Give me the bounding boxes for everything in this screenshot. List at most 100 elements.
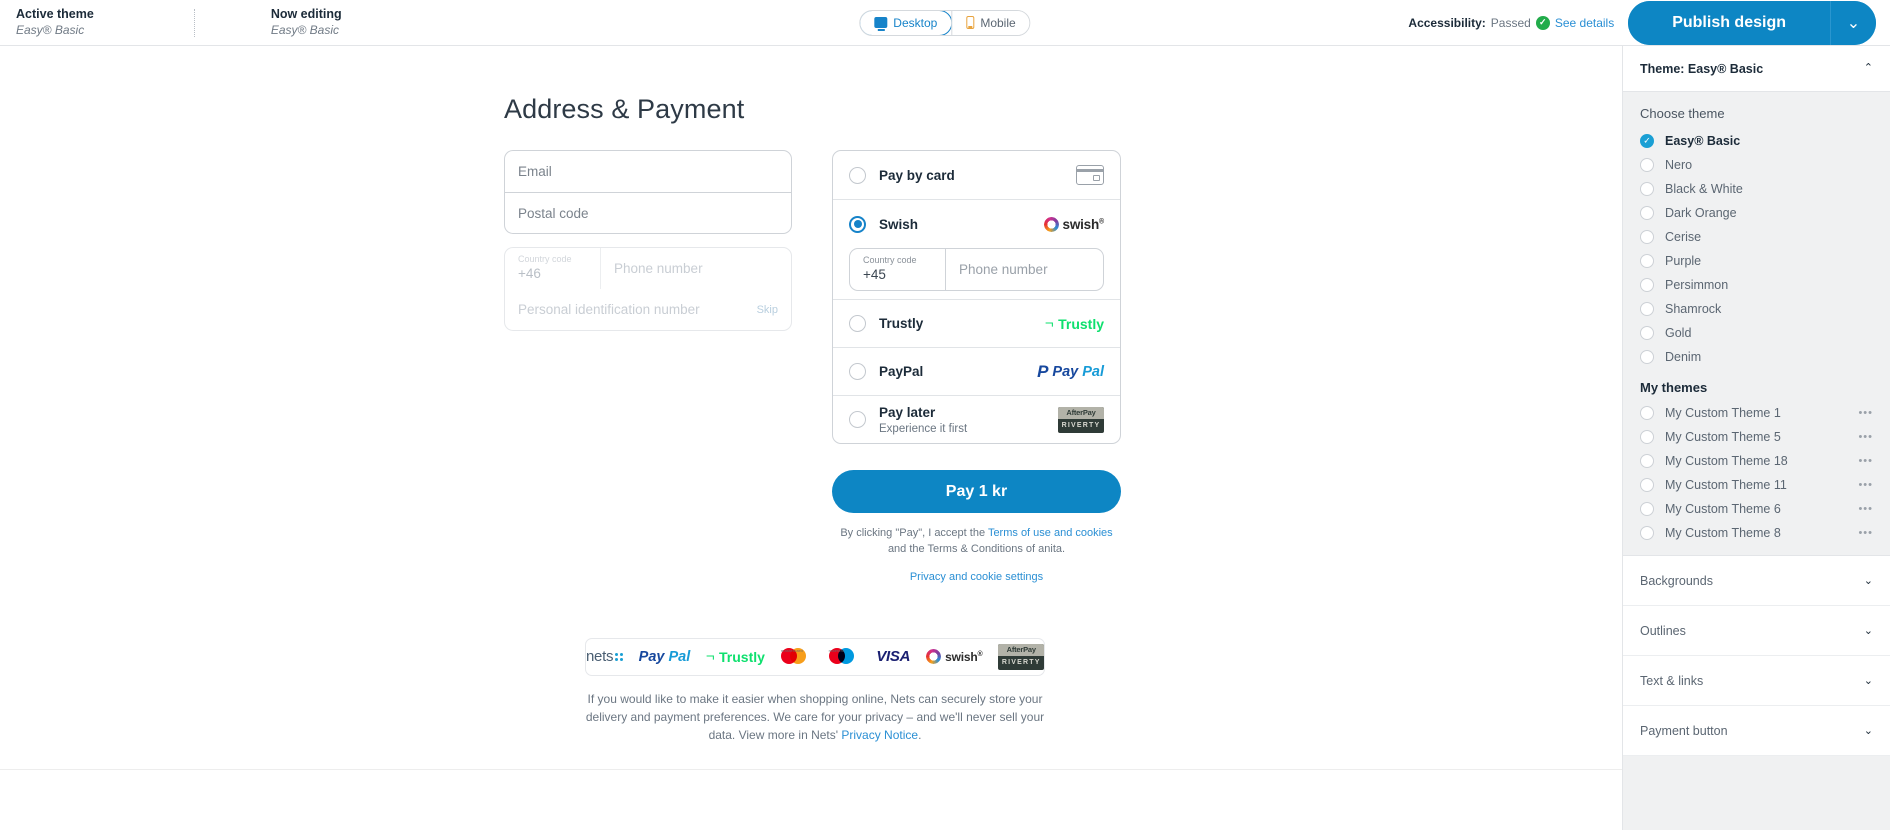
accessibility-label: Accessibility: [1408, 15, 1486, 30]
theme-option-cerise[interactable]: Cerise [1640, 225, 1873, 249]
postal-code-field[interactable]: Postal code [505, 192, 791, 233]
radio-icon[interactable] [1640, 254, 1654, 268]
accordion-backgrounds[interactable]: Backgrounds ⌄ [1623, 556, 1890, 606]
my-theme-option-6[interactable]: My Custom Theme 6 ••• [1640, 497, 1873, 521]
radio-checked-icon[interactable] [1640, 134, 1654, 148]
radio-icon[interactable] [1640, 326, 1654, 340]
radio-icon[interactable] [1640, 454, 1654, 468]
radio-icon[interactable] [1640, 526, 1654, 540]
trustly-logo-icon: ⌐ Trustly [706, 648, 765, 666]
pay-later-text: Pay later Experience it first [879, 404, 967, 435]
theme-label: My Custom Theme 11 [1665, 478, 1787, 492]
checkout-widget: Address & Payment Email Postal code Coun… [504, 94, 1126, 744]
footer-note-period: . [918, 727, 922, 742]
radio-icon[interactable] [1640, 206, 1654, 220]
terms-suffix: and the Terms & Conditions of anita. [887, 542, 1066, 555]
theme-label: Dark Orange [1665, 206, 1737, 220]
email-field[interactable]: Email [505, 151, 791, 192]
more-options-icon[interactable]: ••• [1858, 455, 1873, 467]
chevron-down-icon[interactable]: ⌄ [1864, 724, 1873, 737]
more-options-icon[interactable]: ••• [1858, 479, 1873, 491]
my-theme-option-8[interactable]: My Custom Theme 8 ••• [1640, 521, 1873, 545]
theme-option-gold[interactable]: Gold [1640, 321, 1873, 345]
footer-note-text: If you would like to make it easier when… [585, 691, 1045, 742]
theme-option-persimmon[interactable]: Persimmon [1640, 273, 1873, 297]
pay-button[interactable]: Pay 1 kr [832, 470, 1121, 513]
radio-icon[interactable] [1640, 302, 1654, 316]
chevron-down-icon[interactable]: ⌄ [1864, 674, 1873, 687]
radio-icon[interactable] [1640, 278, 1654, 292]
terms-of-use-link[interactable]: Terms of use and cookies [988, 527, 1113, 539]
theme-option-shamrock[interactable]: Shamrock [1640, 297, 1873, 321]
phone-fieldgroup: Country code +46 Phone number Personal i… [504, 247, 792, 331]
chevron-down-icon[interactable]: ⌄ [1864, 574, 1873, 587]
now-editing-value: Easy® Basic [270, 22, 340, 37]
skip-link[interactable]: Skip [757, 304, 778, 316]
radio-icon[interactable] [849, 315, 866, 332]
swish-phone-fieldgroup: Country code +45 Phone number [849, 248, 1104, 291]
my-themes-label: My themes [1640, 380, 1708, 395]
accordion-payment-button[interactable]: Payment button ⌄ [1623, 706, 1890, 756]
privacy-notice-link[interactable]: Privacy Notice [841, 728, 918, 742]
radio-icon[interactable] [1640, 158, 1654, 172]
payment-option-label: Pay by card [879, 167, 955, 183]
theme-label: Persimmon [1665, 278, 1729, 292]
radio-icon[interactable] [1640, 182, 1654, 196]
accordion-text-links[interactable]: Text & links ⌄ [1623, 656, 1890, 706]
theme-label: Black & White [1665, 182, 1743, 196]
see-details-link[interactable]: See details [1555, 16, 1614, 30]
payment-option-swish[interactable]: Swish swish® [833, 200, 1120, 248]
theme-option-dark-orange[interactable]: Dark Orange [1640, 201, 1873, 225]
privacy-cookie-settings-link[interactable]: Privacy and cookie settings [832, 571, 1121, 583]
radio-icon[interactable] [1640, 502, 1654, 516]
radio-icon[interactable] [849, 166, 866, 184]
checkout-preview-canvas: Address & Payment Email Postal code Coun… [0, 46, 1622, 830]
theme-option-easy-basic[interactable]: Easy® Basic [1640, 129, 1873, 153]
phone-number-field[interactable]: Phone number [601, 248, 791, 289]
my-theme-option-5[interactable]: My Custom Theme 5 ••• [1640, 425, 1873, 449]
chevron-down-icon[interactable]: ⌄ [1864, 624, 1873, 637]
more-options-icon[interactable]: ••• [1858, 503, 1873, 515]
radio-icon[interactable] [1640, 406, 1654, 420]
radio-icon[interactable] [849, 411, 866, 428]
choose-theme-label: Choose theme [1640, 106, 1725, 121]
publish-design-group[interactable]: Publish design ⌄ [1628, 0, 1876, 45]
radio-icon[interactable] [1640, 230, 1654, 244]
accordion-outlines[interactable]: Outlines ⌄ [1623, 606, 1890, 656]
my-theme-option-11[interactable]: My Custom Theme 11 ••• [1640, 473, 1873, 497]
payment-option-pay-later[interactable]: Pay later Experience it first AfterPay RI… [833, 395, 1120, 443]
publish-design-button[interactable]: Publish design [1628, 0, 1830, 45]
theme-option-black-white[interactable]: Black & White [1640, 177, 1873, 201]
mastercard-logo-icon: mastercard [780, 647, 813, 667]
viewport-toggle[interactable]: Desktop Mobile [859, 9, 1031, 36]
viewport-mobile-button[interactable]: Mobile [951, 10, 1030, 35]
payment-option-trustly[interactable]: Trustly ⌐ Trustly [833, 299, 1120, 347]
more-options-icon[interactable]: ••• [1858, 407, 1873, 419]
country-code-select[interactable]: Country code +46 [505, 248, 601, 289]
theme-option-denim[interactable]: Denim [1640, 345, 1873, 369]
theme-label: My Custom Theme 6 [1665, 502, 1781, 516]
more-options-icon[interactable]: ••• [1858, 527, 1873, 539]
active-theme-value: Easy® Basic [16, 22, 85, 37]
panel-header[interactable]: Theme: Easy® Basic ⌃ [1623, 46, 1890, 92]
radio-icon-selected[interactable] [849, 215, 866, 233]
payment-option-paypal[interactable]: PayPal P Pay Pal [833, 347, 1120, 395]
chevron-up-icon[interactable]: ⌃ [1864, 63, 1873, 74]
my-theme-option-18[interactable]: My Custom Theme 18 ••• [1640, 449, 1873, 473]
payment-option-pay-by-card[interactable]: Pay by card [833, 151, 1120, 199]
chevron-down-icon[interactable]: ⌄ [1830, 0, 1876, 45]
my-theme-option-1[interactable]: My Custom Theme 1 ••• [1640, 401, 1873, 425]
payment-option-label: PayPal [879, 364, 924, 379]
personal-id-field[interactable]: Personal identification number [518, 302, 700, 317]
swish-country-code-select[interactable]: Country code +45 [850, 249, 946, 290]
radio-icon[interactable] [1640, 478, 1654, 492]
radio-icon[interactable] [849, 363, 866, 380]
radio-icon[interactable] [1640, 350, 1654, 364]
theme-option-nero[interactable]: Nero [1640, 153, 1873, 177]
radio-icon[interactable] [1640, 430, 1654, 444]
more-options-icon[interactable]: ••• [1858, 431, 1873, 443]
swish-phone-number-field[interactable]: Phone number [946, 249, 1103, 290]
theme-label: Purple [1665, 254, 1702, 268]
viewport-desktop-button[interactable]: Desktop [860, 10, 953, 35]
theme-option-purple[interactable]: Purple [1640, 249, 1873, 273]
